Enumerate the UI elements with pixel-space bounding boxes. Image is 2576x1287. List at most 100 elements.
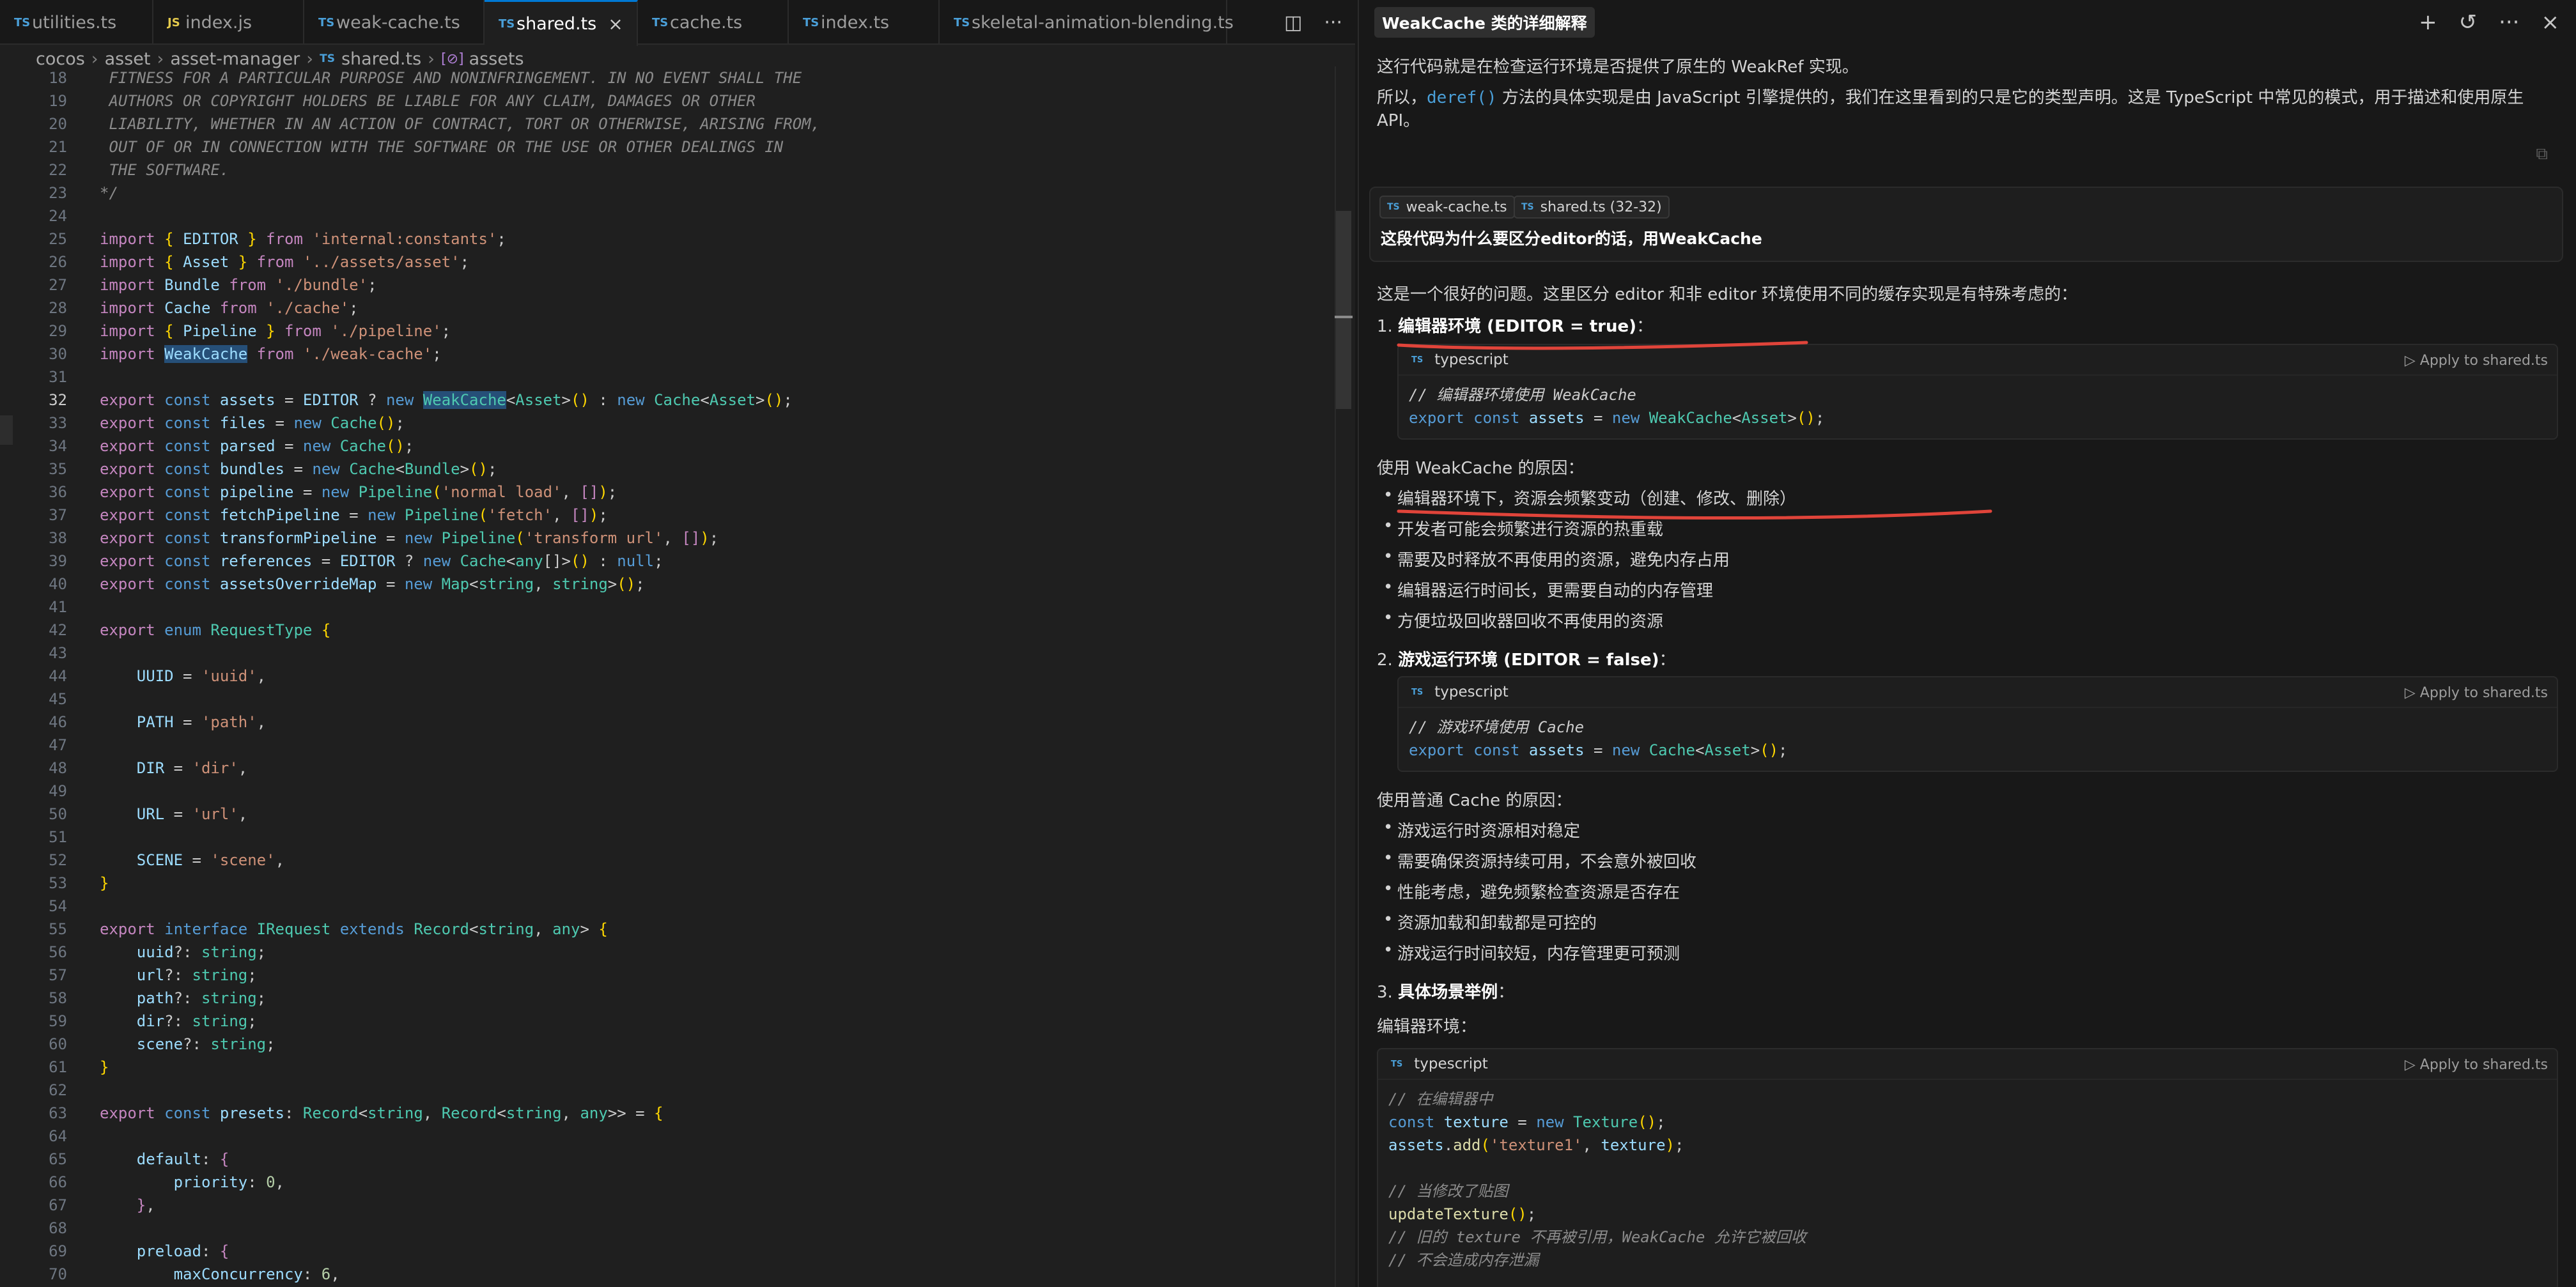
context-chip-weak-cache[interactable]: TS weak-cache.ts: [1379, 196, 1515, 219]
tab-index-js[interactable]: JS index.js: [153, 0, 304, 45]
line-number: 40: [49, 575, 67, 593]
line-source: export const assetsOverrideMap = new Map…: [100, 575, 645, 593]
code-line[interactable]: 48 DIR = 'dir',: [0, 757, 1330, 780]
chat-title-tab[interactable]: WeakCache 类的详细解释: [1374, 7, 1595, 38]
code-line[interactable]: 36 export const pipeline = new Pipeline('…: [0, 481, 1330, 504]
code-line[interactable]: 63 export const presets: Record<string, R…: [0, 1102, 1330, 1125]
tab-weak-cache-ts[interactable]: TS weak-cache.ts: [304, 0, 485, 45]
code-line[interactable]: 26 import { Asset } from '../assets/asset…: [0, 250, 1330, 274]
code-line[interactable]: 66 priority: 0,: [0, 1171, 1330, 1194]
code-line[interactable]: 53}: [0, 872, 1330, 895]
code-line[interactable]: 50 URL = 'url',: [0, 803, 1330, 826]
code-line[interactable]: 51: [0, 826, 1330, 849]
breadcrumb-item[interactable]: shared.ts: [341, 49, 421, 69]
code-line[interactable]: 38 export const transformPipeline = new P…: [0, 527, 1330, 550]
split-editor-icon[interactable]: ◫: [1284, 12, 1302, 34]
code-view[interactable]: 18 FITNESS FOR A PARTICULAR PURPOSE AND …: [0, 66, 1330, 1287]
code-line[interactable]: 44 UUID = 'uuid',: [0, 665, 1330, 688]
code-line[interactable]: 56 uuid?: string;: [0, 941, 1330, 964]
code-line[interactable]: 52 SCENE = 'scene',: [0, 849, 1330, 872]
line-number: 39: [49, 552, 67, 570]
code-line[interactable]: 46 PATH = 'path',: [0, 711, 1330, 734]
code-line[interactable]: 20 LIABILITY, WHETHER IN AN ACTION OF CO…: [0, 112, 1330, 135]
more-icon[interactable]: ···: [2499, 10, 2519, 35]
code-line[interactable]: 19 AUTHORS OR COPYRIGHT HOLDERS BE LIABL…: [0, 89, 1330, 112]
code-line[interactable]: 61}: [0, 1056, 1330, 1079]
code-line[interactable]: 28 import Cache from './cache';: [0, 297, 1330, 320]
scrollbar-cursor-marker: [1335, 316, 1353, 318]
tab-close-icon[interactable]: ×: [608, 13, 623, 35]
code-line[interactable]: 35 export const bundles = new Cache<Bundl…: [0, 458, 1330, 481]
code-line[interactable]: 31: [0, 366, 1330, 389]
code-line[interactable]: 57 url?: string;: [0, 964, 1330, 987]
code-line[interactable]: 64: [0, 1125, 1330, 1148]
code-line[interactable]: 43: [0, 642, 1330, 665]
code-line[interactable]: 47: [0, 734, 1330, 757]
code-line[interactable]: 29 import { Pipeline } from './pipeline';: [0, 320, 1330, 343]
list-item: 游戏运行时资源相对稳定: [1397, 822, 1581, 841]
tab-index-ts[interactable]: TS index.ts: [789, 0, 940, 45]
line-source: import { Pipeline } from './pipeline';: [100, 322, 451, 340]
apply-button[interactable]: ▷ Apply to shared.ts: [2405, 353, 2548, 369]
code-line[interactable]: 18 FITNESS FOR A PARTICULAR PURPOSE AND …: [0, 66, 1330, 89]
line-number: 24: [49, 207, 67, 225]
code-line[interactable]: 42 export enum RequestType {: [0, 619, 1330, 642]
code-line[interactable]: 32 export const assets = EDITOR ? new Wea…: [0, 389, 1330, 412]
code-line[interactable]: 25 import { EDITOR } from 'internal:const…: [0, 227, 1330, 250]
code-line: // 不会造成内存泄漏: [1388, 1251, 1539, 1269]
tab-cache-ts[interactable]: TS cache.ts: [638, 0, 789, 45]
code-block-header: TS typescript ▷ Apply to shared.ts: [1399, 345, 2557, 376]
code-line[interactable]: 40 export const assetsOverrideMap = new M…: [0, 573, 1330, 596]
user-query-card[interactable]: TS weak-cache.ts TS shared.ts (32-32) 这段代码…: [1369, 187, 2563, 262]
code-editor-pane[interactable]: TS utilities.ts JS index.js TS weak-cache.ts T…: [0, 0, 1355, 1287]
code-line[interactable]: 54: [0, 895, 1330, 918]
line-number: 32: [49, 391, 67, 409]
code-line[interactable]: 21 OUT OF OR IN CONNECTION WITH THE SOFT…: [0, 135, 1330, 158]
code-line[interactable]: 60 scene?: string;: [0, 1033, 1330, 1056]
code-line[interactable]: 55 export interface IRequest extends Reco…: [0, 918, 1330, 941]
code-line[interactable]: 23 */: [0, 181, 1330, 204]
code-line[interactable]: 69 preload: {: [0, 1240, 1330, 1263]
code-line[interactable]: 30 import WeakCache from './weak-cache';: [0, 343, 1330, 366]
breadcrumb-item[interactable]: asset: [105, 49, 151, 69]
code-line[interactable]: 22 THE SOFTWARE.: [0, 158, 1330, 181]
code-block-1: TS typescript ▷ Apply to shared.ts // 编辑器…: [1397, 344, 2558, 440]
code-line[interactable]: 65 default: {: [0, 1148, 1330, 1171]
copy-icon[interactable]: ⧉: [2536, 144, 2548, 164]
tab-skeletal-animation-blending-ts[interactable]: TS skeletal-animation-blending.ts: [940, 0, 1234, 45]
apply-button[interactable]: ▷ Apply to shared.ts: [2405, 1057, 2548, 1073]
line-number: 48: [49, 759, 67, 777]
code-line[interactable]: 34 export const parsed = new Cache();: [0, 435, 1330, 458]
code-line[interactable]: 67 },: [0, 1194, 1330, 1217]
code-line[interactable]: 70 maxConcurrency: 6,: [0, 1263, 1330, 1286]
history-icon[interactable]: ↺: [2459, 10, 2478, 35]
code-line[interactable]: 62: [0, 1079, 1330, 1102]
code-line[interactable]: 49: [0, 780, 1330, 803]
breadcrumb-separator-icon: ›: [428, 49, 435, 69]
breadcrumb-item[interactable]: cocos: [36, 49, 85, 69]
tab-label: shared.ts: [516, 14, 597, 34]
code-line[interactable]: 45: [0, 688, 1330, 711]
code-line[interactable]: 33 export const files = new Cache();: [0, 412, 1330, 435]
close-icon[interactable]: ×: [2541, 10, 2560, 35]
apply-button[interactable]: ▷ Apply to shared.ts: [2405, 685, 2548, 701]
code-line[interactable]: 37 export const fetchPipeline = new Pipel…: [0, 504, 1330, 527]
tab-shared-ts[interactable]: TS shared.ts ×: [485, 0, 638, 46]
code-line[interactable]: 27 import Bundle from './bundle';: [0, 274, 1330, 297]
line-source: import Bundle from './bundle';: [100, 276, 377, 294]
editor-scrollbar-thumb[interactable]: [1336, 211, 1351, 409]
code-line[interactable]: 59 dir?: string;: [0, 1010, 1330, 1033]
new-chat-icon[interactable]: +: [2419, 10, 2437, 35]
breadcrumb-item[interactable]: asset-manager: [170, 49, 300, 69]
code-line[interactable]: 41: [0, 596, 1330, 619]
code-line[interactable]: 68: [0, 1217, 1330, 1240]
more-actions-icon[interactable]: ···: [1324, 12, 1342, 34]
code-line[interactable]: 58 path?: string;: [0, 987, 1330, 1010]
code-line[interactable]: 39 export const references = EDITOR ? new…: [0, 550, 1330, 573]
breadcrumb-item[interactable]: assets: [469, 49, 524, 69]
line-number: 55: [49, 920, 67, 938]
code-line[interactable]: 24: [0, 204, 1330, 227]
tab-utilities-ts[interactable]: TS utilities.ts: [0, 0, 153, 45]
context-chip-shared[interactable]: TS shared.ts (32-32): [1514, 196, 1670, 219]
previous-answer-line-3: API。: [1377, 111, 1420, 130]
